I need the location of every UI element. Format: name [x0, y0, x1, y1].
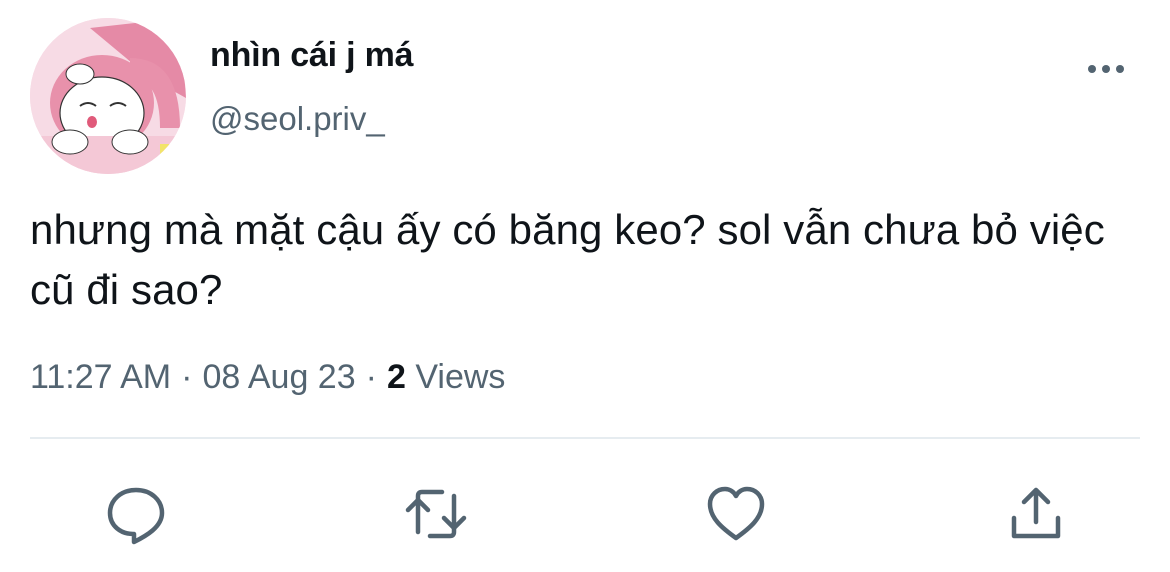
share-icon	[1011, 487, 1061, 539]
display-name[interactable]: nhìn cái j má	[210, 36, 414, 75]
tweet-text: nhưng mà mặt cậu ấy có băng keo? sol vẫn…	[30, 206, 1105, 313]
meta-separator: ·	[365, 358, 377, 396]
avatar[interactable]	[30, 18, 186, 174]
heart-icon	[707, 486, 765, 541]
reply-button[interactable]	[104, 482, 168, 546]
user-handle[interactable]: @seol.priv_	[210, 100, 385, 138]
share-button[interactable]	[1004, 482, 1068, 546]
tweet-date[interactable]: 08 Aug 23	[202, 358, 355, 396]
retweet-button[interactable]	[404, 482, 468, 546]
tweet-time[interactable]: 11:27 AM	[30, 358, 171, 396]
more-options-icon[interactable]	[1084, 54, 1128, 84]
meta-separator: ·	[181, 358, 193, 396]
like-button[interactable]	[704, 482, 768, 546]
comment-icon	[107, 487, 165, 545]
views-label[interactable]: Views	[415, 358, 505, 396]
divider	[30, 437, 1140, 439]
views-count[interactable]: 2	[387, 358, 406, 396]
my-melody-avatar-icon	[30, 18, 186, 174]
retweet-icon	[405, 489, 467, 539]
tweet-meta: 11:27 AM · 08 Aug 23 · 2 Views	[30, 358, 505, 397]
